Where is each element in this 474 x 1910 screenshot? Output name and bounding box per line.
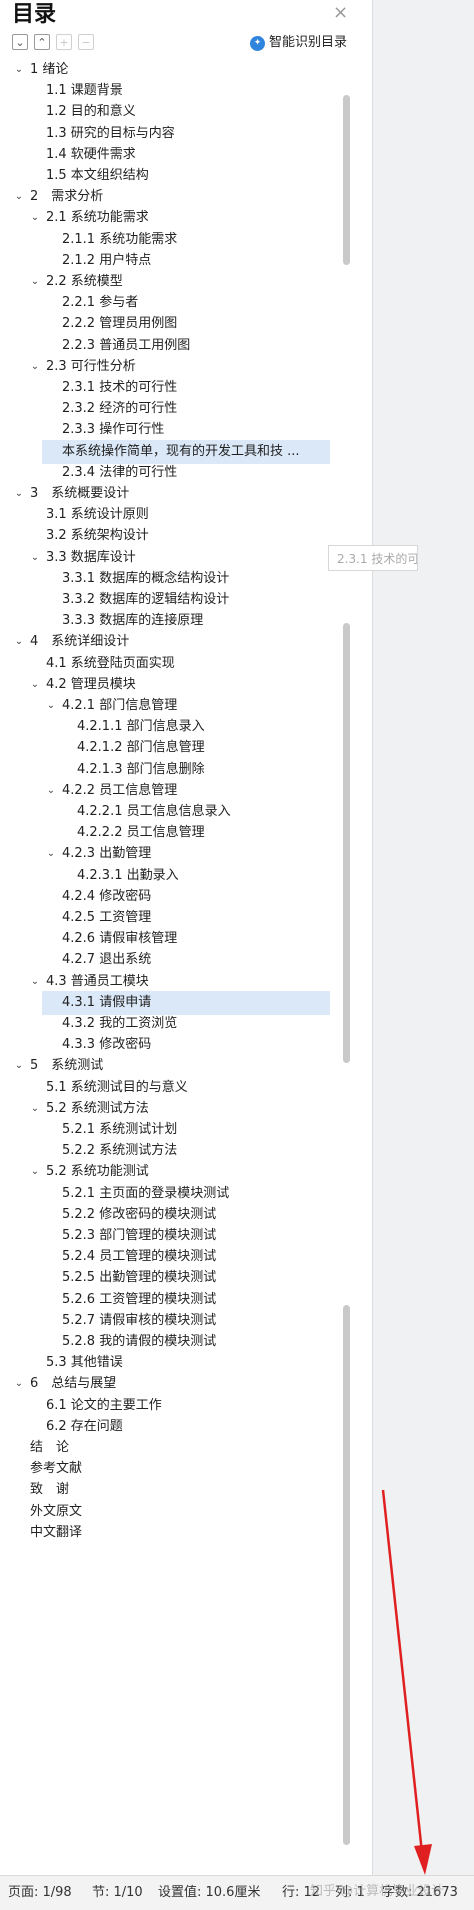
add-item-icon[interactable]: +	[56, 34, 72, 50]
status-section: 节: 1/10	[92, 1885, 143, 1900]
toc-item[interactable]: 中文翻译	[0, 1521, 355, 1545]
scrollbar[interactable]	[343, 95, 350, 1845]
status-page: 页面: 1/98	[8, 1885, 72, 1900]
scrollbar-thumb[interactable]	[343, 1305, 350, 1845]
expand-all-icon[interactable]: ⌃	[34, 34, 50, 50]
remove-item-icon[interactable]: −	[78, 34, 94, 50]
smart-toc-label: 智能识别目录	[269, 35, 348, 50]
watermark: 知乎 @计算机毕业设计	[310, 1884, 445, 1899]
toc-panel: 目录 × ⌄ ⌃ + − ✦ 智能识别目录 ⌄ 1 绪论 1.1 课题背景 1.2 目…	[0, 0, 372, 1875]
close-icon[interactable]: ×	[333, 3, 348, 23]
toc-item-label: 中文翻译	[30, 1524, 83, 1540]
smart-toc-icon: ✦	[250, 35, 265, 51]
collapse-all-icon[interactable]: ⌄	[12, 34, 28, 50]
scrollbar-thumb[interactable]	[343, 95, 350, 265]
scrollbar-thumb[interactable]	[343, 623, 350, 1063]
smart-toc-button[interactable]: ✦ 智能识别目录	[250, 33, 347, 53]
document-canvas	[372, 0, 474, 1875]
panel-title: 目录	[12, 2, 57, 27]
status-setting: 设置值: 10.6厘米	[158, 1885, 261, 1900]
hover-tooltip: 2.3.1 技术的可行性	[328, 545, 418, 571]
